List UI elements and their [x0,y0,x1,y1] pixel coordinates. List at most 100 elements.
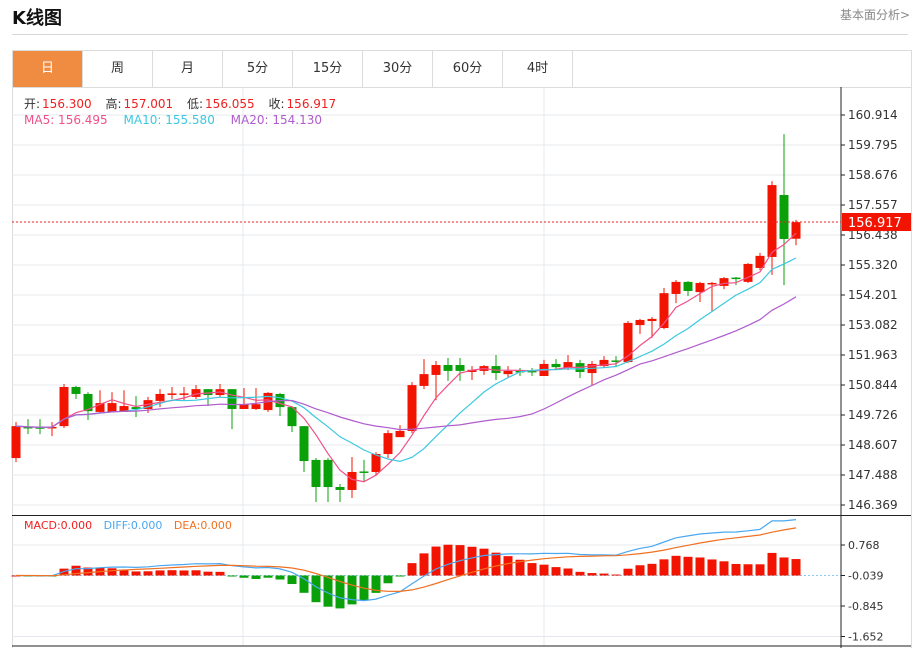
candle[interactable] [11,422,21,463]
macd-bar [707,559,717,576]
price-tick-label: 146.369 [848,498,898,512]
macd-bar [491,552,501,576]
candle-body [671,281,681,294]
macd-bar [659,559,669,576]
ma-info: MA5: 156.495 MA10: 155.580 MA20: 154.130 [24,113,324,127]
macd-bar [671,555,681,576]
candle[interactable] [599,356,609,368]
macd-bar [395,575,405,577]
candle-body [551,363,561,368]
candle[interactable] [47,422,57,437]
macd-bar [587,573,597,576]
candle[interactable] [455,358,465,381]
macd-info: MACD:0.000 DIFF:0.000 DEA:0.000 [24,519,234,532]
candle[interactable] [791,219,801,246]
macd-bar [599,573,609,576]
candle[interactable] [539,359,549,377]
candle-body [155,393,165,401]
price-tick-label: 153.082 [848,318,898,332]
candle[interactable] [119,390,129,412]
price-tick-label: 155.320 [848,258,898,272]
price-tick-label: 150.844 [848,378,898,392]
candle[interactable] [83,392,93,420]
macd-tick-label: -0.845 [848,600,883,613]
candle-body [647,318,657,322]
candle[interactable] [335,484,345,503]
candle[interactable] [467,366,477,381]
candle[interactable] [443,358,453,381]
candle-body [71,386,81,394]
candle[interactable] [395,425,405,438]
candle-body [383,433,393,455]
candle-body [635,319,645,326]
candle[interactable] [527,367,537,377]
candle-body [455,365,465,371]
macd-bar [683,556,693,576]
candle[interactable] [683,281,693,297]
candle[interactable] [623,321,633,364]
candle-body [323,459,333,488]
candle-body [347,471,357,490]
candle[interactable] [767,181,777,275]
price-tick-label: 158.676 [848,168,898,182]
macd-bar [275,575,285,580]
macd-bar [779,557,789,576]
low-label: 低: [187,97,204,111]
candle[interactable] [743,263,753,283]
candle[interactable] [587,360,597,386]
candle[interactable] [107,392,117,412]
candle[interactable] [503,366,513,378]
candle[interactable] [359,459,369,482]
candle[interactable] [479,365,489,375]
candle[interactable] [167,386,177,400]
open-label: 开: [24,97,41,111]
macd-bar [251,575,261,579]
macd-bar [575,571,585,576]
price-tick-label: 149.726 [848,408,898,422]
candle-body [779,195,789,239]
macd-bar [383,575,393,584]
macd-bar [611,574,621,576]
candle[interactable] [407,382,417,434]
candle[interactable] [191,385,201,400]
diff-value: DIFF:0.000 [103,519,163,532]
macd-bar [239,575,249,578]
macd-bar [287,575,297,585]
candle-body [695,282,705,293]
candle[interactable] [491,355,501,381]
price-tick-label: 157.557 [848,198,898,212]
candle[interactable] [95,390,105,414]
candle[interactable] [383,430,393,459]
macd-bar [227,575,237,577]
macd-bar [719,561,729,576]
candle-body [167,393,177,395]
macd-bar [191,570,201,576]
ohlc-info: 开: 156.300 高: 157.001 低: 156.055 收: 156.917 [24,95,346,112]
macd-bar [647,563,657,576]
candle[interactable] [635,318,645,334]
candle[interactable] [419,359,429,390]
candle[interactable] [671,280,681,304]
candle-body [707,282,717,285]
candle[interactable] [215,384,225,397]
macd-bar [215,571,225,576]
candle-body [227,389,237,409]
macd-bar [755,564,765,576]
macd-bar [743,564,753,576]
macd-bar [155,570,165,576]
candle[interactable] [311,458,321,503]
macd-tick-label: 0.768 [848,539,880,552]
macd-bar [791,559,801,576]
candle[interactable] [323,458,333,503]
macd-value: MACD:0.000 [24,519,93,532]
candle[interactable] [647,317,657,338]
candle-body [419,374,429,386]
macd-bar [107,568,117,576]
candle[interactable] [299,426,309,472]
price-tick-label: 147.488 [848,468,898,482]
ma10-value: MA10: 155.580 [123,113,215,127]
candle[interactable] [71,385,81,400]
candle-body [395,430,405,438]
candle-body [359,471,369,473]
candle[interactable] [203,389,213,407]
